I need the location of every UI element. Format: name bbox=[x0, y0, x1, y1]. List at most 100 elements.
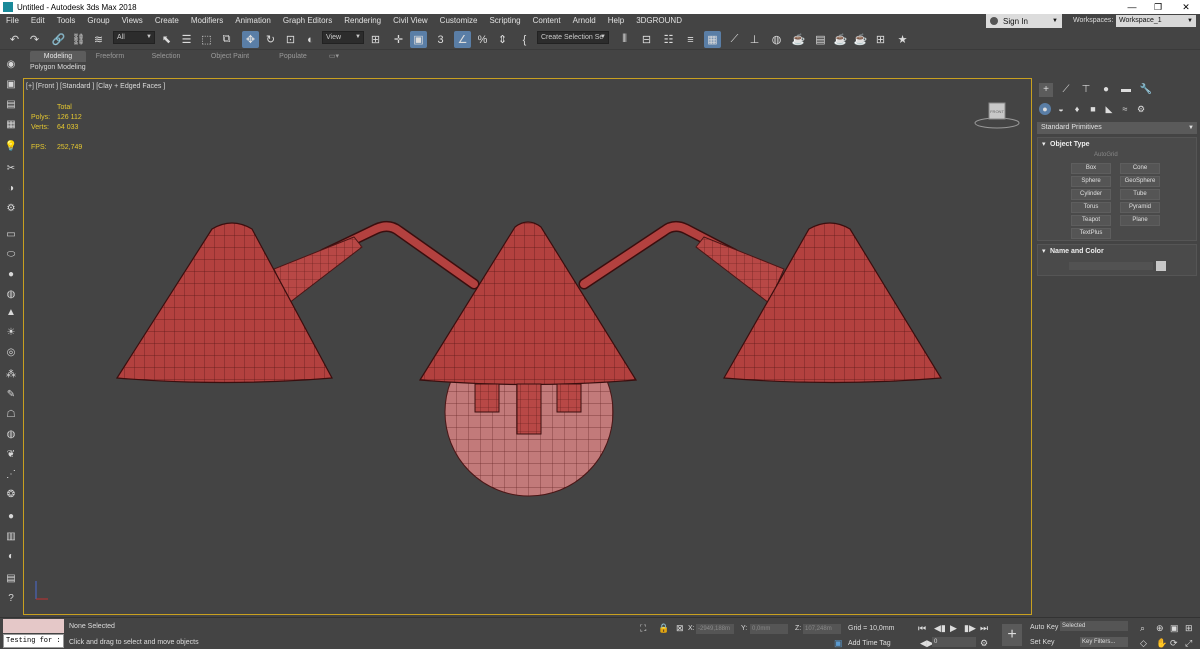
keyboard-shortcut-icon[interactable]: ▣ bbox=[410, 31, 427, 48]
tube-button[interactable]: Tube bbox=[1120, 189, 1160, 200]
maxscript-input[interactable]: Testing for : bbox=[3, 634, 64, 648]
orbit-icon[interactable]: ⟳ bbox=[1170, 638, 1178, 648]
zoom-extents-icon[interactable]: ▣ bbox=[1170, 623, 1179, 633]
right-connector[interactable] bbox=[556, 383, 582, 413]
name-color-header[interactable]: ▾ Name and Color bbox=[1038, 245, 1196, 259]
menu-edit[interactable]: Edit bbox=[25, 14, 51, 28]
absolute-mode-icon[interactable]: ⊠ bbox=[676, 623, 684, 633]
coil-icon[interactable]: ❂ bbox=[4, 488, 18, 501]
center-shade[interactable] bbox=[418, 221, 638, 386]
set-key-button[interactable]: Set Key bbox=[1030, 639, 1055, 646]
pyramid-button[interactable]: Pyramid bbox=[1120, 202, 1160, 213]
workspace-select[interactable]: Workspace_1 ▼ bbox=[1116, 15, 1196, 27]
play-icon[interactable]: ▶ bbox=[950, 623, 957, 633]
menu-3dground[interactable]: 3DGROUND bbox=[630, 14, 688, 28]
helpers-icon[interactable]: ◣ bbox=[1103, 103, 1115, 115]
select-rotate-icon[interactable]: ↻ bbox=[262, 31, 279, 48]
material-editor-icon[interactable]: ◍ bbox=[768, 31, 785, 48]
robot-icon[interactable]: ☖ bbox=[4, 408, 18, 421]
stack-icon[interactable]: ▤ bbox=[4, 572, 18, 585]
systems-icon[interactable]: ⚙ bbox=[1135, 103, 1147, 115]
material-icon[interactable]: ● bbox=[4, 510, 18, 523]
right-shade[interactable] bbox=[723, 222, 943, 384]
maximize-viewport-icon[interactable]: ⤢ bbox=[1185, 638, 1192, 648]
isolate-icon[interactable]: ⛶ bbox=[640, 623, 646, 633]
spacewarp-icon[interactable]: ◑ bbox=[4, 182, 18, 195]
close-button[interactable]: ✕ bbox=[1172, 0, 1200, 14]
pan-icon[interactable]: ✋ bbox=[1156, 638, 1167, 648]
select-move-icon[interactable]: ✥ bbox=[242, 31, 259, 48]
torus-button[interactable]: Torus bbox=[1071, 202, 1111, 213]
select-by-name-icon[interactable]: ☰ bbox=[178, 31, 195, 48]
menu-views[interactable]: Views bbox=[116, 14, 149, 28]
tab-populate[interactable]: Populate bbox=[268, 51, 318, 62]
left-connector[interactable] bbox=[474, 383, 500, 413]
box-prim-icon[interactable]: ▭ bbox=[4, 228, 18, 241]
current-frame-field[interactable]: 0 bbox=[932, 637, 976, 647]
y-coordinate-field[interactable]: 0,0mm bbox=[750, 624, 788, 634]
maxscript-mini-listener[interactable] bbox=[3, 619, 64, 633]
mirror-icon[interactable]: ⫴ bbox=[616, 31, 633, 48]
ref-coord-dropdown[interactable]: View ▼ bbox=[322, 31, 364, 44]
time-tag-icon[interactable]: ▣ bbox=[834, 638, 843, 648]
undo-icon[interactable]: ↶ bbox=[6, 31, 23, 48]
create-tab-icon[interactable]: + bbox=[1039, 83, 1053, 97]
box-button[interactable]: Box bbox=[1071, 163, 1111, 174]
lights-icon[interactable]: ♦ bbox=[1071, 103, 1083, 115]
bind-space-warp-icon[interactable]: ≋ bbox=[90, 31, 107, 48]
tab-selection[interactable]: Selection bbox=[142, 51, 190, 62]
teapot-button[interactable]: Teapot bbox=[1071, 215, 1111, 226]
select-scale-icon[interactable]: ⊡ bbox=[282, 31, 299, 48]
polygon-modeling-panel[interactable]: Polygon Modeling bbox=[26, 62, 1032, 74]
menu-graph-editors[interactable]: Graph Editors bbox=[277, 14, 338, 28]
left-arm-taper[interactable] bbox=[273, 236, 363, 304]
selection-set-dropdown[interactable]: Create Selection Se ▼ bbox=[537, 31, 609, 44]
menu-group[interactable]: Group bbox=[81, 14, 115, 28]
object-type-header[interactable]: ▾ Object Type bbox=[1038, 138, 1196, 152]
menu-file[interactable]: File bbox=[0, 14, 25, 28]
time-config-icon[interactable]: ⚙ bbox=[980, 638, 988, 648]
schematic-view-icon[interactable]: ⊥ bbox=[746, 31, 763, 48]
left-shade[interactable] bbox=[115, 222, 333, 384]
menu-content[interactable]: Content bbox=[527, 14, 567, 28]
scene-explorer-icon[interactable]: ☷ bbox=[660, 31, 677, 48]
display-tab-icon[interactable]: ▬ bbox=[1119, 83, 1133, 97]
render-iterative-icon[interactable]: ☕ bbox=[852, 31, 869, 48]
select-object-icon[interactable]: ⬉ bbox=[158, 31, 175, 48]
previous-frame-icon[interactable]: ◀▮ bbox=[934, 623, 946, 633]
fov-icon[interactable]: ◇ bbox=[1140, 638, 1147, 648]
menu-create[interactable]: Create bbox=[149, 14, 185, 28]
x-coordinate-field[interactable]: -2949,188m bbox=[696, 624, 734, 634]
torus-prim-icon[interactable]: ◎ bbox=[4, 346, 18, 359]
menu-modifiers[interactable]: Modifiers bbox=[185, 14, 229, 28]
cage-icon[interactable]: ◍ bbox=[4, 288, 18, 301]
menu-arnold[interactable]: Arnold bbox=[567, 14, 602, 28]
edit-named-sets-icon[interactable]: { bbox=[516, 31, 533, 48]
spacewarps-icon[interactable]: ≈ bbox=[1119, 103, 1131, 115]
z-coordinate-field[interactable]: 107,248m bbox=[803, 624, 841, 634]
center-connector[interactable] bbox=[516, 383, 542, 435]
utilities-tab-icon[interactable]: 🔧 bbox=[1139, 83, 1153, 97]
layers-icon[interactable]: ▥ bbox=[4, 530, 18, 543]
shapes-icon[interactable]: ◒ bbox=[1055, 103, 1067, 115]
align-icon[interactable]: ⊟ bbox=[638, 31, 655, 48]
manipulate-icon[interactable]: ✛ bbox=[390, 31, 407, 48]
menu-help[interactable]: Help bbox=[602, 14, 630, 28]
curve-editor-icon[interactable]: ⟋ bbox=[726, 31, 743, 48]
sign-in-button[interactable]: Sign In ▼ bbox=[986, 14, 1062, 28]
textplus-button[interactable]: TextPlus bbox=[1071, 228, 1111, 239]
geosphere-button[interactable]: GeoSphere bbox=[1120, 176, 1160, 187]
sphere-button[interactable]: Sphere bbox=[1071, 176, 1111, 187]
go-to-end-icon[interactable]: ⏭ bbox=[980, 623, 988, 633]
lamp-model[interactable] bbox=[24, 79, 1033, 616]
ribbon-options-icon[interactable]: ▭▾ bbox=[324, 51, 344, 62]
helper-icon[interactable]: ✂ bbox=[4, 162, 18, 175]
rendered-frame-icon[interactable]: ▤ bbox=[812, 31, 829, 48]
toggle-icon[interactable]: ◐ bbox=[4, 550, 18, 563]
link-icon[interactable]: 🔗 bbox=[50, 31, 67, 48]
viewport-layout-icon[interactable]: ◉ bbox=[4, 58, 18, 71]
maximize-button[interactable]: ❐ bbox=[1144, 0, 1172, 14]
placement-icon[interactable]: ◐ bbox=[302, 31, 319, 48]
systems-icon[interactable]: ⚙ bbox=[4, 202, 18, 215]
object-name-input[interactable] bbox=[1068, 261, 1154, 271]
